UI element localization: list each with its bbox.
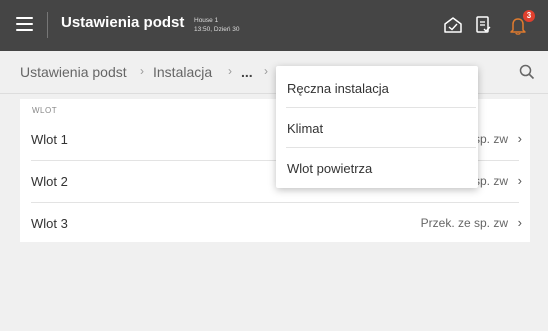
row-label: Wlot 3 [31, 216, 68, 231]
breadcrumb-item-instalacja[interactable]: Instalacja [153, 64, 212, 80]
house-time: 13:50, Dzień 30 [194, 26, 240, 33]
row-label: Wlot 1 [31, 132, 68, 147]
chevron-right-icon: › [517, 173, 522, 188]
row-label: Wlot 2 [31, 174, 68, 189]
menu-item-wlot-powietrza[interactable]: Wlot powietrza [276, 148, 478, 188]
breadcrumb-separator: › [140, 64, 144, 78]
chevron-right-icon: › [517, 131, 522, 146]
breadcrumb-separator: › [228, 64, 232, 78]
menu-item-label: Klimat [287, 121, 324, 136]
top-bar: Ustawienia podst House 1 13:50, Dzień 30… [0, 0, 548, 51]
house-name: House 1 [194, 17, 219, 24]
page-title: Ustawienia podst [61, 14, 185, 31]
header-divider [47, 12, 48, 38]
breadcrumb-item-ustawienia[interactable]: Ustawienia podst [20, 64, 127, 80]
list-item-wlot-3[interactable]: Wlot 3 Przek. ze sp. zw › [20, 203, 530, 244]
bell-icon[interactable]: 3 [505, 10, 535, 38]
breadcrumb-more[interactable]: ... [241, 64, 253, 80]
menu-item-label: Wlot powietrza [287, 161, 373, 176]
breadcrumb-dropdown-menu: Ręczna instalacja Klimat Wlot powietrza [276, 66, 478, 188]
breadcrumb-separator: › [264, 64, 268, 78]
menu-item-reczna-instalacja[interactable]: Ręczna instalacja [276, 68, 478, 108]
menu-item-label: Ręczna instalacja [287, 81, 389, 96]
row-value: Przek. ze sp. zw [420, 216, 508, 230]
chevron-right-icon: › [517, 215, 522, 230]
notification-badge: 3 [523, 10, 535, 22]
house-status-icon[interactable] [440, 12, 466, 38]
section-label: WLOT [32, 106, 58, 115]
house-info[interactable]: House 1 13:50, Dzień 30 [194, 16, 240, 34]
hamburger-icon[interactable] [16, 17, 33, 31]
menu-item-klimat[interactable]: Klimat [276, 108, 478, 148]
search-icon[interactable] [518, 63, 536, 81]
report-icon[interactable] [470, 12, 496, 38]
